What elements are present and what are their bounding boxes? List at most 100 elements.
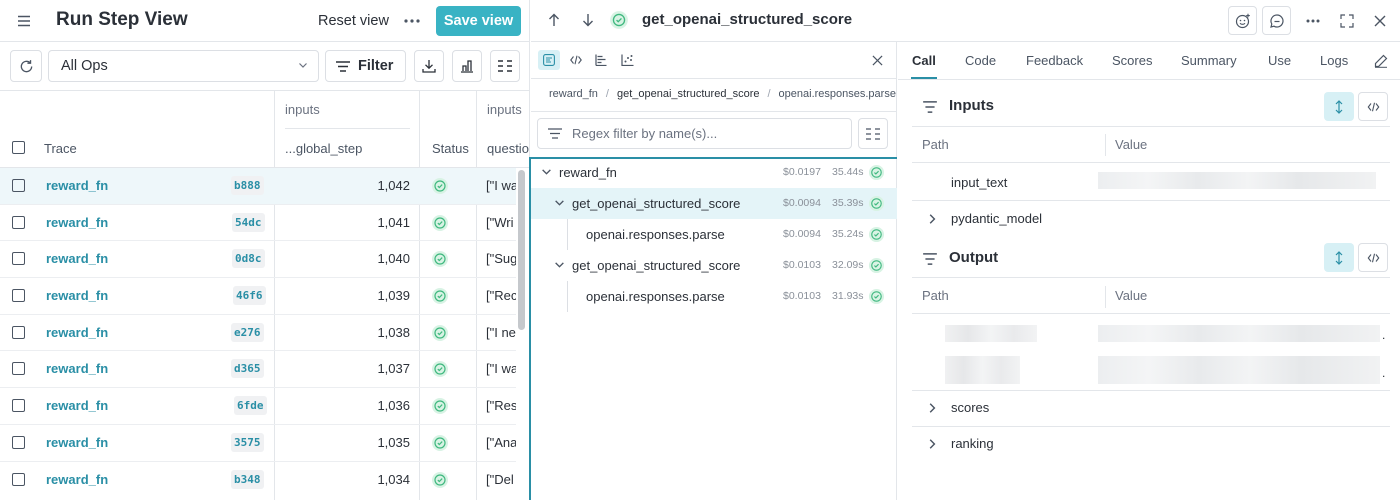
trace-link[interactable]: reward_fn [46,325,108,340]
trace-link[interactable]: reward_fn [46,251,108,266]
tree-node-duration: 31.93s [832,290,864,302]
trace-link[interactable]: reward_fn [46,288,108,303]
raw-json-button[interactable] [1358,243,1388,272]
arrow-up-icon[interactable] [543,8,565,32]
tab-code[interactable]: Code [965,53,996,68]
row-checkbox[interactable] [12,215,25,229]
timeline-view-icon[interactable] [591,50,611,70]
tree-node[interactable]: get_openai_structured_score $0.0103 32.0… [531,250,897,281]
more-options-icon[interactable] [398,8,426,34]
input-path[interactable]: pydantic_model [951,211,1042,226]
column-header-global-step[interactable]: ...global_step [285,141,362,156]
row-checkbox[interactable] [12,472,25,486]
more-options-icon[interactable] [1298,6,1328,35]
tab-use[interactable]: Use [1268,53,1291,68]
divider [531,78,897,79]
tree-node[interactable]: reward_fn $0.0197 35.44s [531,157,897,188]
tab-logs[interactable]: Logs [1320,53,1348,68]
menu-icon[interactable] [10,7,38,35]
tree-options-button[interactable] [858,118,888,149]
table-row[interactable]: reward_fn 0d8c 1,040 ["Sug [0,241,516,279]
trace-id-badge[interactable]: 0d8c [232,249,265,269]
column-header-status[interactable]: Status [432,141,469,156]
vertical-scrollbar[interactable] [518,170,525,330]
code-view-icon[interactable] [566,50,586,70]
trace-link[interactable]: reward_fn [46,361,108,376]
row-checkbox[interactable] [12,179,25,192]
table-row[interactable]: reward_fn e276 1,038 ["I ne [0,315,516,352]
trace-id-badge[interactable]: e276 [231,322,264,342]
row-checkbox[interactable] [12,435,25,449]
chevron-right-icon[interactable] [926,213,938,225]
fullscreen-icon[interactable] [1333,6,1361,35]
tab-feedback[interactable]: Feedback [1026,53,1083,68]
trace-link[interactable]: reward_fn [46,215,108,230]
page-title: Run Step View [56,9,188,30]
trace-id-badge[interactable]: 46f6 [233,286,266,306]
column-header-trace[interactable]: Trace [44,141,77,156]
tree-view-icon[interactable] [538,50,560,70]
chart-button[interactable] [452,50,482,82]
close-icon[interactable] [867,50,887,70]
select-all-checkbox[interactable] [12,141,25,154]
trace-link[interactable]: reward_fn [46,178,108,193]
breadcrumb-item-active[interactable]: get_openai_structured_score [616,88,760,100]
tab-summary[interactable]: Summary [1181,53,1237,68]
graph-view-icon[interactable] [617,50,637,70]
table-row[interactable]: reward_fn 54dc 1,041 ["Wri [0,205,516,242]
expand-all-button[interactable] [1324,92,1354,121]
comment-button[interactable] [1262,6,1291,35]
output-path[interactable]: scores [951,400,989,415]
trace-id-badge[interactable]: 54dc [232,212,265,232]
arrow-down-icon[interactable] [577,8,599,32]
global-step-value: 1,040 [377,251,410,267]
raw-json-button[interactable] [1358,92,1388,121]
close-icon[interactable] [1366,6,1394,35]
table-row[interactable]: reward_fn 6fde 1,036 ["Res [0,388,516,425]
table-row[interactable]: reward_fn 46f6 1,039 ["Rec [0,278,516,315]
pencil-icon[interactable] [1372,52,1390,70]
add-reaction-button[interactable] [1228,6,1257,35]
filter-button[interactable]: Filter [325,50,406,82]
refresh-button[interactable] [10,50,42,82]
columns-button[interactable] [490,50,520,82]
trace-id-badge[interactable]: d365 [231,359,264,379]
trace-id-badge[interactable]: b888 [231,176,264,195]
reset-view-button[interactable]: Reset view [310,6,397,36]
breadcrumb-item[interactable]: openai.responses.parse [779,88,896,100]
row-checkbox[interactable] [12,399,25,413]
save-view-button[interactable]: Save view [436,6,521,36]
trace-id-badge[interactable]: b348 [231,469,264,489]
chevron-right-icon[interactable] [926,438,938,450]
global-step-value: 1,035 [377,434,410,450]
tab-scores[interactable]: Scores [1112,53,1152,68]
chevron-right-icon[interactable] [926,402,938,414]
success-status-icon [431,177,449,195]
ops-select[interactable]: All Ops [48,50,319,82]
breadcrumb-item[interactable]: reward_fn [549,88,598,100]
trace-id-badge[interactable]: 3575 [231,432,264,452]
tab-call[interactable]: Call [912,53,936,68]
trace-link[interactable]: reward_fn [46,398,108,413]
row-checkbox[interactable] [12,325,25,339]
regex-filter-input[interactable]: Regex filter by name(s)... [537,118,852,149]
tree-node[interactable]: openai.responses.parse $0.0103 31.93s [531,281,897,312]
download-button[interactable] [414,50,444,82]
row-checkbox[interactable] [12,252,25,266]
tree-node-selected[interactable]: get_openai_structured_score $0.0094 35.3… [531,188,897,219]
tree-node-name: get_openai_structured_score [572,196,741,211]
tree-node-duration: 35.24s [832,228,864,240]
trace-id-badge[interactable]: 6fde [234,396,267,416]
column-header-question[interactable]: questio [487,141,529,156]
table-row[interactable]: reward_fn 3575 1,035 ["Ana [0,425,516,462]
row-checkbox[interactable] [12,289,25,303]
table-row[interactable]: reward_fn d365 1,037 ["I wa [0,351,516,389]
trace-link[interactable]: reward_fn [46,472,108,487]
trace-link[interactable]: reward_fn [46,435,108,450]
table-row[interactable]: reward_fn b348 1,034 ["Del [0,462,516,499]
table-row[interactable]: reward_fn b888 1,042 ["I wa [0,168,516,205]
expand-all-button[interactable] [1324,243,1354,272]
output-path[interactable]: ranking [951,436,994,451]
tree-node[interactable]: openai.responses.parse $0.0094 35.24s [531,219,897,250]
row-checkbox[interactable] [12,362,25,376]
